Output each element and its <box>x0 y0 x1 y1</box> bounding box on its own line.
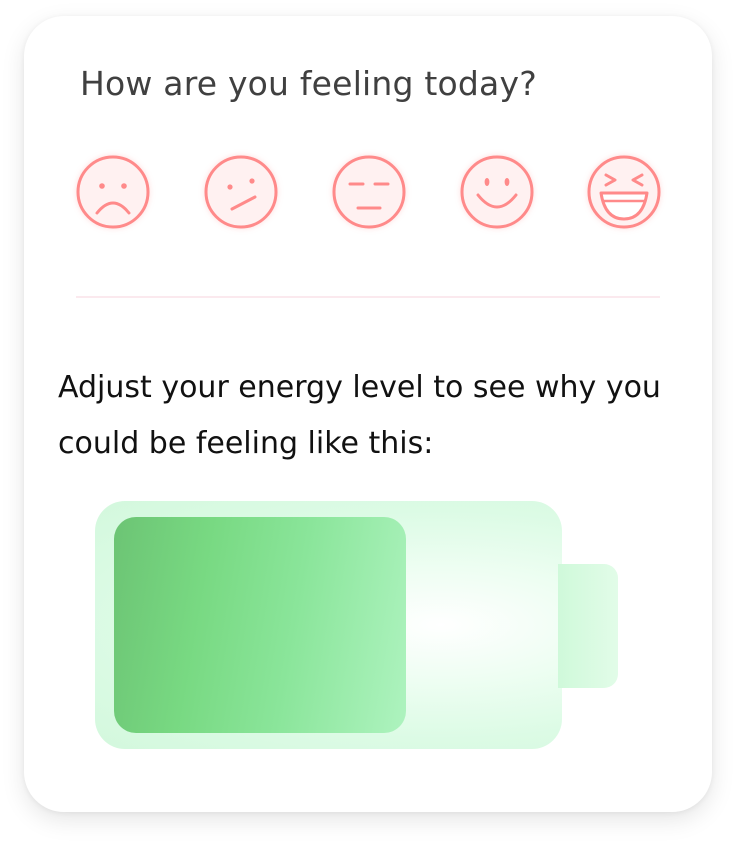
very-sad-face-icon <box>76 155 150 229</box>
energy-battery-slider[interactable] <box>95 501 621 749</box>
smiling-face-icon <box>460 155 534 229</box>
mood-option-very-happy[interactable] <box>585 153 663 231</box>
energy-prompt: Adjust your energy level to see why you … <box>58 370 661 461</box>
confused-face-icon <box>204 155 278 229</box>
mood-option-neutral[interactable] <box>330 153 408 231</box>
mood-question: How are you feeling today? <box>80 64 537 103</box>
section-divider <box>76 296 660 298</box>
battery-tip <box>558 564 618 688</box>
battery-body <box>95 501 562 749</box>
battery-level-fill <box>114 517 406 733</box>
mood-selector <box>74 153 664 231</box>
mood-card: How are you feeling today? Adjust your e… <box>24 16 712 812</box>
mood-option-confused[interactable] <box>202 153 280 231</box>
mood-option-very-sad[interactable] <box>74 153 152 231</box>
laughing-face-icon <box>587 155 661 229</box>
mood-option-happy[interactable] <box>458 153 536 231</box>
neutral-face-icon <box>332 155 406 229</box>
